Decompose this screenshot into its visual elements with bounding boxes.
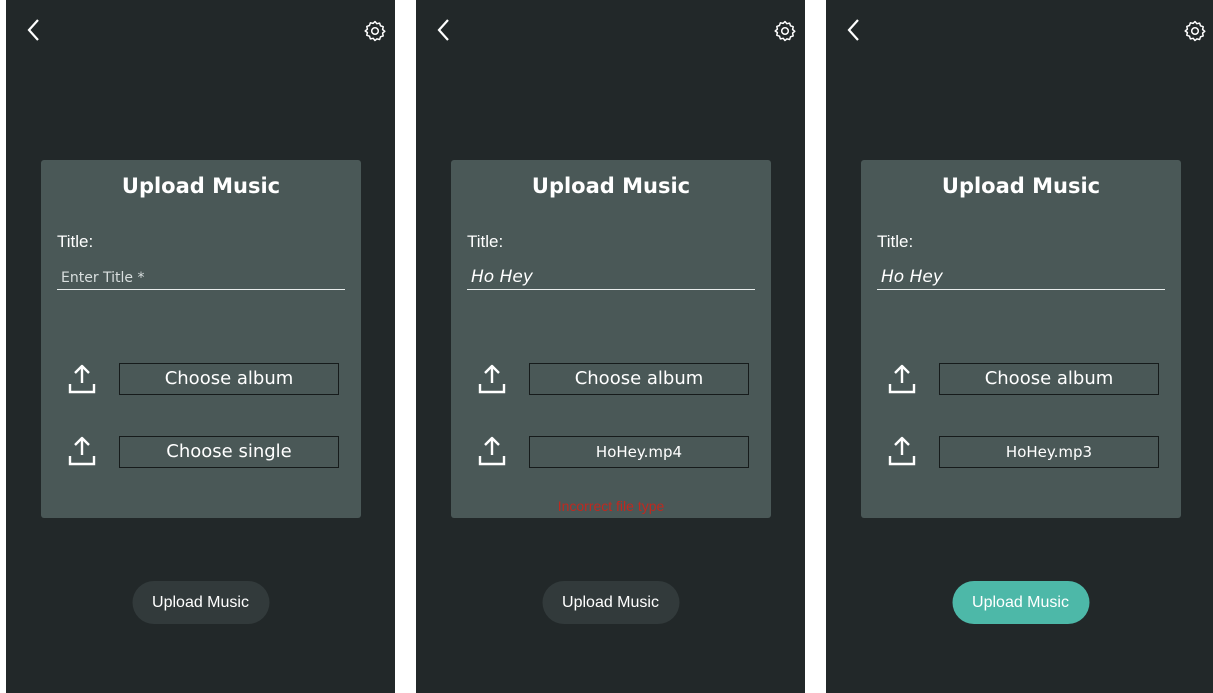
upload-icon[interactable] [477, 362, 507, 396]
upload-screen-empty: Upload Music Title: Choose album Choose … [6, 0, 395, 693]
upload-screen-error: Upload Music Title: Choose album HoHey.m… [416, 0, 805, 693]
upload-icon[interactable] [67, 362, 97, 396]
back-arrow-icon[interactable] [434, 16, 454, 44]
upload-icon[interactable] [887, 362, 917, 396]
choose-single-button[interactable]: Choose single [119, 436, 339, 468]
upload-icon[interactable] [887, 434, 917, 468]
card-title: Upload Music [941, 174, 1101, 198]
title-label: Title: [57, 232, 94, 251]
chosen-single-file[interactable]: HoHey.mp4 [529, 436, 749, 468]
upload-music-button[interactable]: Upload Music [542, 581, 679, 624]
card-title: Upload Music [121, 174, 281, 198]
card-title: Upload Music [531, 174, 691, 198]
upload-music-button[interactable]: Upload Music [132, 581, 269, 624]
upload-card: Upload Music Title: Choose album HoHey.m… [451, 160, 771, 518]
title-input[interactable] [877, 264, 1165, 290]
choose-album-button[interactable]: Choose album [939, 363, 1159, 395]
upload-card: Upload Music Title: Choose album Choose … [41, 160, 361, 518]
upload-card: Upload Music Title: Choose album HoHey.m… [861, 160, 1181, 518]
upload-icon[interactable] [67, 434, 97, 468]
settings-gear-icon[interactable] [1183, 19, 1207, 43]
title-input[interactable] [57, 264, 345, 290]
settings-gear-icon[interactable] [773, 19, 797, 43]
settings-gear-icon[interactable] [363, 19, 387, 43]
upload-screen-valid: Upload Music Title: Choose album HoHey.m… [826, 0, 1213, 693]
choose-album-button[interactable]: Choose album [119, 363, 339, 395]
upload-icon[interactable] [477, 434, 507, 468]
title-label: Title: [877, 232, 914, 251]
back-arrow-icon[interactable] [844, 16, 864, 44]
back-arrow-icon[interactable] [24, 16, 44, 44]
error-message: Incorrect file type [557, 498, 665, 514]
chosen-single-file[interactable]: HoHey.mp3 [939, 436, 1159, 468]
title-label: Title: [467, 232, 504, 251]
upload-music-button[interactable]: Upload Music [952, 581, 1089, 624]
choose-album-button[interactable]: Choose album [529, 363, 749, 395]
title-input[interactable] [467, 264, 755, 290]
